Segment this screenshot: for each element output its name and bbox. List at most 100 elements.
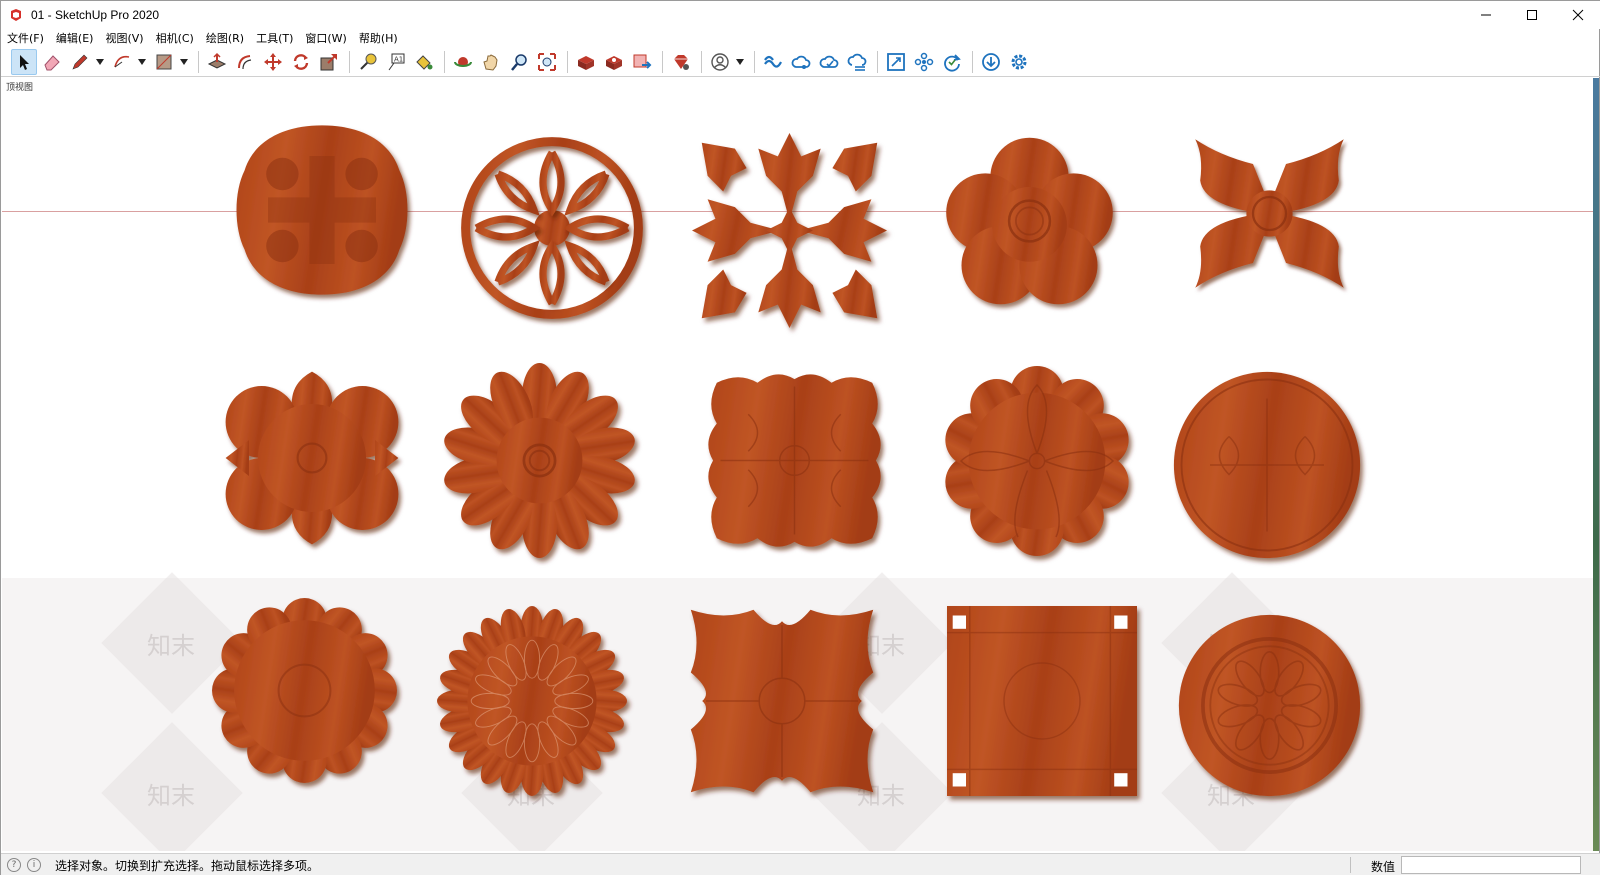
eraser-tool-button[interactable] (39, 49, 65, 75)
share-model-button[interactable] (788, 49, 814, 75)
watermark-text: 知末 (147, 782, 195, 810)
pan-button[interactable] (478, 49, 504, 75)
chrysanthemum-carving[interactable] (437, 606, 627, 796)
status-message: 选择对象。切换到扩充选择。拖动鼠标选择多项。 (55, 858, 320, 873)
push-pull-button[interactable] (204, 49, 230, 75)
menu-tools[interactable]: 工具(T) (256, 30, 293, 46)
toolbar-separator (662, 50, 663, 73)
close-button[interactable] (1555, 1, 1600, 29)
download-button[interactable] (978, 49, 1004, 75)
pan-icon (483, 53, 498, 71)
settings-button[interactable] (1006, 49, 1032, 75)
text-tool-button[interactable]: A1 (383, 49, 409, 75)
scene-label: 顶视图 (6, 83, 34, 93)
account-button[interactable] (707, 49, 733, 75)
arc-tool-button[interactable] (109, 49, 135, 75)
scalloped-round-carving[interactable] (212, 598, 397, 783)
minimize-button[interactable] (1463, 1, 1509, 29)
measurements-label: 数值 (1370, 860, 1395, 874)
menu-file[interactable]: 文件(F) (7, 30, 44, 46)
chevron-down-icon (736, 58, 744, 65)
four-petal-cross-carving[interactable] (1187, 116, 1352, 311)
shape-dropdown[interactable] (179, 49, 189, 75)
layout-send-button[interactable] (629, 49, 655, 75)
toolbar-separator (972, 50, 973, 73)
extension-warehouse-button[interactable] (601, 49, 627, 75)
paint-bucket-button[interactable] (411, 49, 437, 75)
toolbar-separator (198, 50, 199, 73)
tape-measure-button[interactable] (355, 49, 381, 75)
pencil-dropdown[interactable] (95, 49, 105, 75)
toolbar-separator (567, 50, 568, 73)
round-lattice-carving[interactable] (461, 137, 643, 319)
chrysanthemum-center (467, 636, 597, 766)
account-dropdown[interactable] (735, 49, 745, 75)
sketchup-window: 01 - SketchUp Pro 2020 文件(F) 编辑(E) 视图(V)… (0, 0, 1600, 875)
menu-help[interactable]: 帮助(H) (359, 30, 398, 46)
model-viewport[interactable]: 知末 知末 知末 知末 知末 知末 知末 顶视图 (2, 78, 1599, 851)
scroll-rosette-carving[interactable] (942, 366, 1132, 556)
zoom-icon (511, 53, 527, 71)
five-petal-flower-carving[interactable] (937, 136, 1122, 306)
watermark-text: 知末 (147, 632, 195, 660)
refresh-button[interactable] (939, 49, 965, 75)
cross-quatrefoil-carving[interactable] (232, 120, 412, 300)
round-medallion-carving[interactable] (1172, 370, 1362, 560)
rotate-button[interactable] (288, 49, 314, 75)
cloud-upload-button[interactable] (816, 49, 842, 75)
status-divider (1350, 857, 1351, 873)
square-scallop-carving[interactable] (687, 606, 877, 796)
sketchup-logo-icon (11, 9, 21, 21)
menu-view[interactable]: 视图(V) (105, 30, 143, 46)
daisy-carving[interactable] (442, 363, 637, 558)
main-toolbar: A1 (1, 47, 1600, 77)
toolbar-separator (877, 50, 878, 73)
3d-warehouse-button[interactable] (573, 49, 599, 75)
square-leaf-carving[interactable] (692, 133, 887, 328)
menu-edit[interactable]: 编辑(E) (56, 30, 94, 46)
svg-text:A1: A1 (394, 55, 403, 63)
info-icon[interactable]: i (27, 858, 41, 872)
menu-draw[interactable]: 绘图(R) (206, 30, 244, 46)
fullscreen-button[interactable] (883, 49, 909, 75)
square-acanthus-carving[interactable] (702, 368, 887, 553)
extension-warehouse-icon (606, 55, 622, 70)
title-bar: 01 - SketchUp Pro 2020 (1, 1, 1600, 29)
rotate-icon (293, 53, 309, 70)
tape-measure-icon (360, 53, 377, 70)
menu-camera[interactable]: 相机(C) (156, 30, 194, 46)
scale-button[interactable] (316, 49, 342, 75)
pencil-tool-button[interactable] (67, 49, 93, 75)
toolbar-separator (754, 50, 755, 73)
offset-button[interactable] (232, 49, 258, 75)
chevron-down-icon (138, 58, 146, 65)
select-tool-button[interactable] (11, 48, 37, 75)
move-icon (264, 52, 282, 71)
move-button[interactable] (260, 49, 286, 75)
paint-bucket-icon (416, 54, 433, 70)
round-rosette-plate-carving[interactable] (1177, 613, 1362, 798)
six-petal-flower-carving[interactable] (222, 368, 402, 548)
menu-window[interactable]: 窗口(W) (305, 30, 346, 46)
geo-location-icon[interactable]: ? (7, 858, 21, 872)
components-button[interactable] (911, 49, 937, 75)
toolbar-separator (349, 50, 350, 73)
square-panel-carving[interactable] (947, 606, 1137, 796)
zoom-extents-button[interactable] (534, 49, 560, 75)
extension-manager-button[interactable] (668, 49, 694, 75)
trimble-connect-button[interactable] (760, 49, 786, 75)
orbit-button[interactable] (450, 49, 476, 75)
pencil-tool-icon (72, 54, 88, 70)
rectangle-tool-button[interactable] (151, 49, 177, 75)
toolbar-separator (701, 50, 702, 73)
measurements-input[interactable] (1401, 856, 1581, 874)
arc-dropdown[interactable] (137, 49, 147, 75)
maximize-button[interactable] (1509, 1, 1555, 29)
menu-bar: 文件(F) 编辑(E) 视图(V) 相机(C) 绘图(R) 工具(T) 窗口(W… (1, 29, 1600, 47)
maximize-icon (1527, 10, 1537, 20)
cloud-sync-button[interactable] (844, 49, 870, 75)
chevron-down-icon (96, 58, 104, 65)
zoom-button[interactable] (506, 49, 532, 75)
settings-icon (1011, 54, 1027, 69)
fullscreen-icon (887, 52, 905, 71)
